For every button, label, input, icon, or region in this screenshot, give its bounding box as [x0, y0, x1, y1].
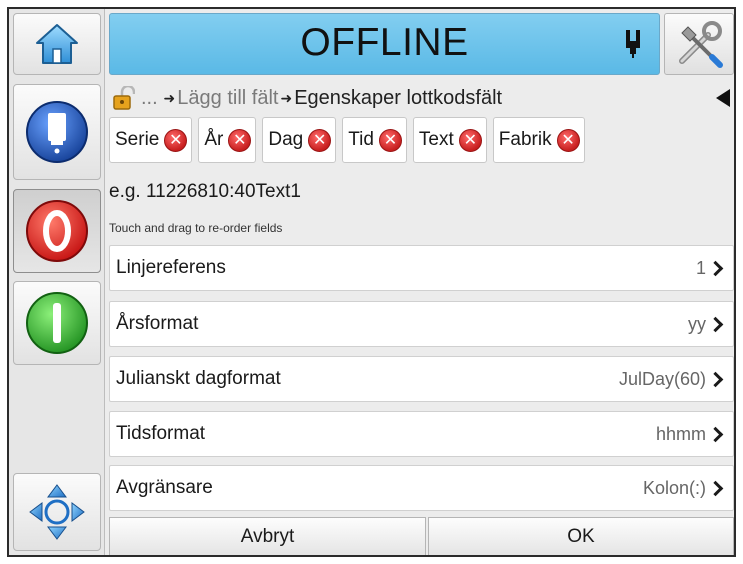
setting-row-year-format[interactable]: Årsformat yy [109, 301, 734, 347]
start-icon [26, 292, 88, 354]
breadcrumb-ellipsis[interactable]: ... [141, 87, 158, 110]
setting-row-julian-day-format[interactable]: Julianskt dagformat JulDay(60) [109, 356, 734, 402]
field-chip[interactable]: Serie ✕ [109, 117, 193, 163]
setting-value-text: Kolon(:) [642, 477, 706, 498]
remove-field-icon[interactable]: ✕ [228, 128, 252, 152]
ink-cartridge-icon [626, 30, 640, 58]
home-button[interactable] [13, 13, 101, 75]
reorder-hint: Touch and drag to re-order fields [109, 221, 283, 235]
setting-value: Kolon(:) [643, 478, 725, 499]
start-button[interactable] [13, 281, 101, 365]
tools-icon [679, 21, 723, 68]
field-chip-label: År [204, 129, 224, 150]
ok-button[interactable]: OK [428, 517, 734, 555]
field-chip[interactable]: År ✕ [198, 117, 257, 163]
printer-status-text: OFFLINE [300, 21, 469, 64]
setting-value: yy [688, 314, 725, 335]
home-icon [36, 24, 78, 64]
lock-icon[interactable] [113, 86, 135, 110]
breadcrumb-step-add-field[interactable]: Lägg till fält [177, 87, 278, 110]
setting-row-separator[interactable]: Avgränsare Kolon(:) [109, 465, 734, 511]
remove-field-icon[interactable]: ✕ [308, 128, 332, 152]
field-chip[interactable]: Fabrik ✕ [492, 117, 585, 163]
setting-value-text: hhmm [655, 423, 706, 444]
field-chip[interactable]: Dag ✕ [262, 117, 337, 163]
breadcrumb-current: Egenskaper lottkodsfält [294, 86, 503, 109]
setting-value: hhmm [656, 424, 725, 445]
field-chips: Serie ✕ År ✕ Dag ✕ Tid ✕ Text ✕ Fabrik ✕ [109, 117, 585, 163]
remove-field-icon[interactable]: ✕ [164, 128, 188, 152]
setting-label: Linjereferens [116, 257, 226, 278]
chevron-right-icon [707, 260, 724, 276]
example-text: e.g. 11226810:40Text1 [109, 181, 301, 202]
chevron-right-icon [707, 480, 724, 496]
left-rail [9, 9, 105, 555]
back-arrow-icon[interactable] [716, 89, 730, 107]
remove-field-icon[interactable]: ✕ [458, 128, 482, 152]
printer-status-bar[interactable]: OFFLINE [109, 13, 660, 75]
setting-value-text: yy [688, 313, 706, 334]
setting-label: Avgränsare [116, 477, 213, 498]
setting-value-text: 1 [695, 257, 706, 278]
setting-value: 1 [696, 258, 725, 279]
tools-button[interactable] [664, 13, 734, 75]
printhead-button[interactable] [13, 84, 101, 180]
field-chip-label: Serie [115, 129, 160, 150]
field-chip-label: Text [418, 129, 454, 150]
navigation-button[interactable] [13, 473, 101, 551]
four-way-arrows-icon [29, 484, 85, 540]
field-chip-label: Tid [348, 129, 374, 150]
setting-value: JulDay(60) [619, 369, 725, 390]
breadcrumb-arrow: ➜ [280, 89, 293, 106]
field-chip[interactable]: Text ✕ [412, 117, 487, 163]
setting-label: Julianskt dagformat [116, 368, 281, 389]
setting-value-text: JulDay(60) [618, 368, 706, 389]
printhead-status-icon [26, 101, 88, 163]
stop-icon [26, 200, 88, 262]
stop-button[interactable] [13, 189, 101, 273]
setting-label: Årsformat [116, 313, 199, 334]
breadcrumb: ... ➜ Lägg till fält ➜ Egenskaper lottko… [109, 81, 734, 115]
cancel-button[interactable]: Avbryt [109, 517, 426, 555]
field-chip-label: Fabrik [498, 129, 552, 150]
screen-frame: OFFLINE ... ➜ Lägg till fält ➜ Egenskape… [7, 7, 736, 557]
chevron-right-icon [707, 426, 724, 442]
setting-label: Tidsformat [116, 423, 206, 444]
remove-field-icon[interactable]: ✕ [378, 128, 402, 152]
field-chip-label: Dag [268, 129, 304, 150]
setting-row-time-format[interactable]: Tidsformat hhmm [109, 411, 734, 457]
field-chip[interactable]: Tid ✕ [342, 117, 407, 163]
chevron-right-icon [707, 316, 724, 332]
chevron-right-icon [707, 371, 724, 387]
setting-row-line-reference[interactable]: Linjereferens 1 [109, 245, 734, 291]
remove-field-icon[interactable]: ✕ [556, 128, 580, 152]
breadcrumb-arrow: ➜ [159, 89, 176, 106]
